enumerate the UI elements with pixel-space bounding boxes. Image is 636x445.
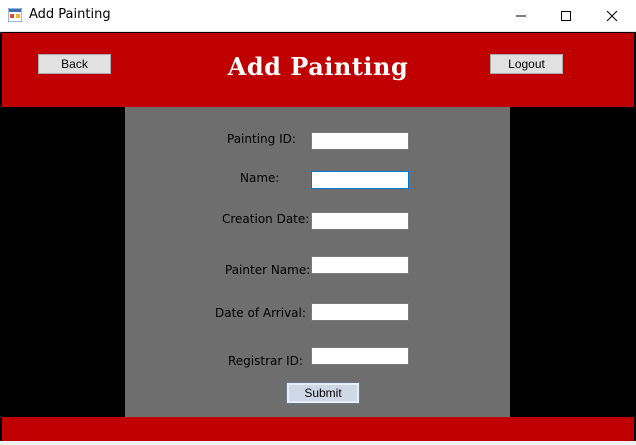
- footer-banner: [2, 417, 634, 441]
- maximize-icon: [561, 10, 571, 21]
- name-label: Name:: [240, 171, 280, 185]
- creation-date-input[interactable]: [311, 212, 409, 230]
- minimize-button[interactable]: [498, 0, 544, 31]
- painter-name-input[interactable]: [311, 256, 409, 274]
- name-input[interactable]: [311, 171, 409, 189]
- app-window: Add Painting Back Add Painting Logout Pa…: [0, 0, 636, 445]
- registrar-id-label: Registrar ID:: [228, 354, 303, 368]
- add-painting-form: Painting ID: Name: Creation Date: Painte…: [125, 107, 510, 417]
- window-bottom-edge: [0, 441, 636, 445]
- maximize-button[interactable]: [543, 0, 589, 31]
- date-of-arrival-input[interactable]: [311, 303, 409, 321]
- painter-name-label: Painter Name:: [225, 263, 311, 277]
- submit-button[interactable]: Submit: [286, 382, 360, 404]
- close-icon: [606, 10, 618, 21]
- logout-button[interactable]: Logout: [490, 54, 563, 74]
- painting-id-label: Painting ID:: [227, 132, 296, 146]
- date-of-arrival-label: Date of Arrival:: [215, 306, 306, 320]
- creation-date-label: Creation Date:: [222, 212, 310, 226]
- minimize-icon: [516, 15, 526, 16]
- registrar-id-input[interactable]: [311, 347, 409, 365]
- close-button[interactable]: [589, 0, 635, 31]
- painting-id-input[interactable]: [311, 132, 409, 150]
- title-bar[interactable]: Add Painting: [0, 0, 636, 32]
- header-banner: Back Add Painting Logout: [2, 33, 634, 107]
- window-title: Add Painting: [29, 7, 111, 22]
- form-window-icon: [8, 8, 22, 22]
